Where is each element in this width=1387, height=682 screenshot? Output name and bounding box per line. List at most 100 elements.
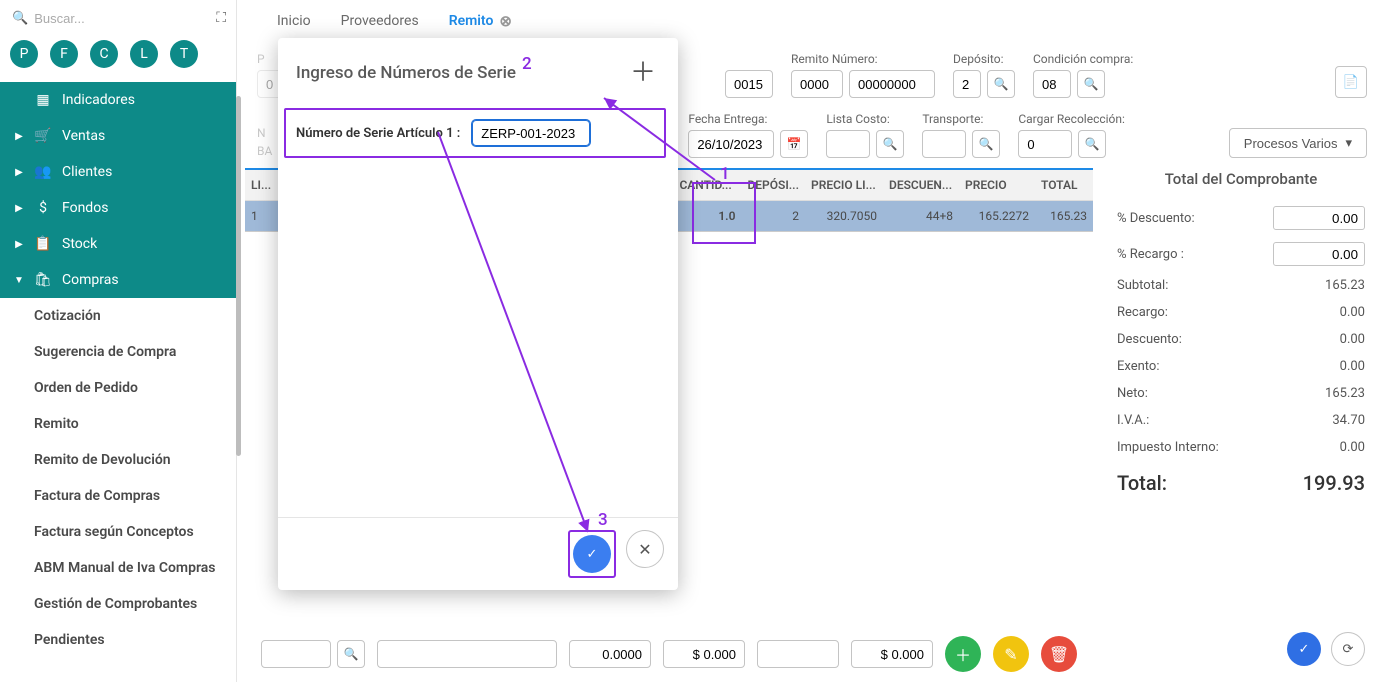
- col-total[interactable]: TOTAL: [1035, 169, 1093, 201]
- hidden-label-n: N: [257, 126, 272, 140]
- col-li[interactable]: LI...: [245, 169, 277, 201]
- nav-label: Ventas: [62, 128, 105, 144]
- lista-costo-lookup[interactable]: 🔍: [876, 130, 904, 158]
- neto-value: 165.23: [1325, 386, 1365, 401]
- descuento-label: Descuento:: [1117, 332, 1182, 347]
- nav-clientes[interactable]: ▶ 👥 Clientes: [0, 154, 236, 190]
- chevron-right-icon: ▶: [14, 131, 24, 142]
- col-deposito[interactable]: DEPÓSI...: [741, 169, 805, 201]
- fullscreen-icon[interactable]: ⛶: [216, 10, 226, 26]
- tab-proveedores[interactable]: Proveedores: [341, 12, 419, 30]
- procesos-varios-button[interactable]: Procesos Varios ▾: [1229, 128, 1367, 158]
- sub-factura-conceptos[interactable]: Factura según Conceptos: [0, 514, 236, 550]
- bottom-code-input[interactable]: [261, 640, 331, 668]
- recoleccion-lookup[interactable]: 🔍: [1078, 130, 1106, 158]
- sub-gestion[interactable]: Gestión de Comprobantes: [0, 586, 236, 622]
- cell-total: 165.23: [1035, 201, 1093, 232]
- tab-inicio[interactable]: Inicio: [277, 12, 311, 30]
- calendar-icon[interactable]: 📅: [780, 130, 808, 158]
- sub-cotizacion[interactable]: Cotización: [0, 298, 236, 334]
- caret-down-icon: ▾: [1345, 135, 1352, 151]
- cell-deposito: 2: [741, 201, 805, 232]
- delete-line-button[interactable]: 🗑: [1041, 636, 1077, 672]
- search-input[interactable]: [34, 11, 210, 26]
- annotation-num-3: 3: [598, 510, 608, 530]
- nav-fondos[interactable]: ▶ $ Fondos: [0, 190, 236, 226]
- condicion-input[interactable]: [1033, 70, 1071, 98]
- deposito-lookup[interactable]: 🔍: [987, 70, 1015, 98]
- condicion-lookup[interactable]: 🔍: [1077, 70, 1105, 98]
- pct-recargo-input[interactable]: [1273, 242, 1365, 266]
- dashboard-icon: ▦: [34, 92, 52, 108]
- nav-ventas[interactable]: ▶ 🛒 Ventas: [0, 118, 236, 154]
- sidebar: 🔍 ⛶ P F C L T ▦ Indicadores ▶ 🛒 Ventas ▶: [0, 0, 237, 682]
- avatar-t[interactable]: T: [170, 40, 198, 68]
- remito-numero-label: Remito Número:: [791, 52, 935, 66]
- avatar-c[interactable]: C: [90, 40, 118, 68]
- nav-stock[interactable]: ▶ 📋 Stock: [0, 226, 236, 262]
- sub-remito-dev[interactable]: Remito de Devolución: [0, 442, 236, 478]
- bottom-qty-input[interactable]: [569, 640, 651, 668]
- deposito-label: Depósito:: [953, 52, 1015, 66]
- col-descuento[interactable]: DESCUEN...: [883, 169, 959, 201]
- avatar-f[interactable]: F: [50, 40, 78, 68]
- avatar-p[interactable]: P: [10, 40, 38, 68]
- modal-add-button[interactable]: ＋: [630, 60, 656, 86]
- serial-label: Número de Serie Artículo 1 :: [296, 126, 460, 141]
- close-icon[interactable]: ⊗: [499, 12, 512, 30]
- sub-remito[interactable]: Remito: [0, 406, 236, 442]
- shopping-cart-icon: 🛍: [34, 272, 52, 288]
- document-button[interactable]: 📄: [1335, 66, 1367, 98]
- cell-precio: 165.2272: [959, 201, 1035, 232]
- nav-compras[interactable]: ▼ 🛍 Compras: [0, 262, 236, 298]
- tab-remito[interactable]: Remito ⊗: [449, 12, 512, 30]
- add-line-button[interactable]: ＋: [945, 636, 981, 672]
- serial-input[interactable]: [472, 120, 590, 146]
- totals-title: Total del Comprobante: [1117, 170, 1365, 188]
- cell-precio-lista: 320.7050: [805, 201, 883, 232]
- edit-line-button[interactable]: ✎: [993, 636, 1029, 672]
- lista-costo-input[interactable]: [826, 130, 870, 158]
- recargo-label: Recargo:: [1117, 305, 1168, 320]
- transporte-input[interactable]: [922, 130, 966, 158]
- chevron-right-icon: ▶: [14, 167, 24, 178]
- serial-row: Número de Serie Artículo 1 :: [284, 108, 666, 158]
- bottom-desc-input[interactable]: [377, 640, 557, 668]
- deposito-input[interactable]: [953, 70, 981, 98]
- bottom-blank-input[interactable]: [757, 640, 839, 668]
- recoleccion-input[interactable]: [1018, 130, 1072, 158]
- modal-ok-button[interactable]: ✓: [573, 535, 611, 573]
- sub-sugerencia[interactable]: Sugerencia de Compra: [0, 334, 236, 370]
- serial-modal: Ingreso de Números de Serie ＋ Número de …: [278, 38, 678, 590]
- cell-cantidad[interactable]: 1.0: [673, 201, 741, 232]
- transporte-label: Transporte:: [922, 112, 1000, 126]
- bottom-price2-input[interactable]: [851, 640, 933, 668]
- col-precio[interactable]: PRECIO: [959, 169, 1035, 201]
- seq-input[interactable]: [725, 70, 773, 98]
- col-cantidad[interactable]: CANTID...: [673, 169, 741, 201]
- fecha-entrega-input[interactable]: [688, 130, 774, 158]
- remito-num-a[interactable]: [791, 70, 843, 98]
- col-precio-lista[interactable]: PRECIO LI...: [805, 169, 883, 201]
- refresh-button[interactable]: ⟳: [1331, 632, 1365, 666]
- avatar-l[interactable]: L: [130, 40, 158, 68]
- people-icon: 👥: [34, 164, 52, 180]
- nav-label: Stock: [62, 236, 97, 252]
- sub-orden[interactable]: Orden de Pedido: [0, 370, 236, 406]
- annotation-num-2: 2: [522, 54, 532, 74]
- lista-costo-label: Lista Costo:: [826, 112, 904, 126]
- sub-factura-compras[interactable]: Factura de Compras: [0, 478, 236, 514]
- modal-cancel-button[interactable]: ✕: [626, 530, 664, 568]
- sub-pendientes[interactable]: Pendientes: [0, 622, 236, 658]
- bottom-code-lookup[interactable]: 🔍: [337, 640, 365, 668]
- modal-title: Ingreso de Números de Serie: [296, 63, 516, 83]
- fecha-entrega-label: Fecha Entrega:: [688, 112, 808, 126]
- hidden-label-ba: BA: [257, 144, 272, 158]
- remito-num-b[interactable]: [849, 70, 935, 98]
- pct-descuento-input[interactable]: [1273, 206, 1365, 230]
- transporte-lookup[interactable]: 🔍: [972, 130, 1000, 158]
- nav-indicadores[interactable]: ▦ Indicadores: [0, 82, 236, 118]
- sub-abm-iva[interactable]: ABM Manual de Iva Compras: [0, 550, 236, 586]
- confirm-button[interactable]: ✓: [1287, 632, 1321, 666]
- bottom-price1-input[interactable]: [663, 640, 745, 668]
